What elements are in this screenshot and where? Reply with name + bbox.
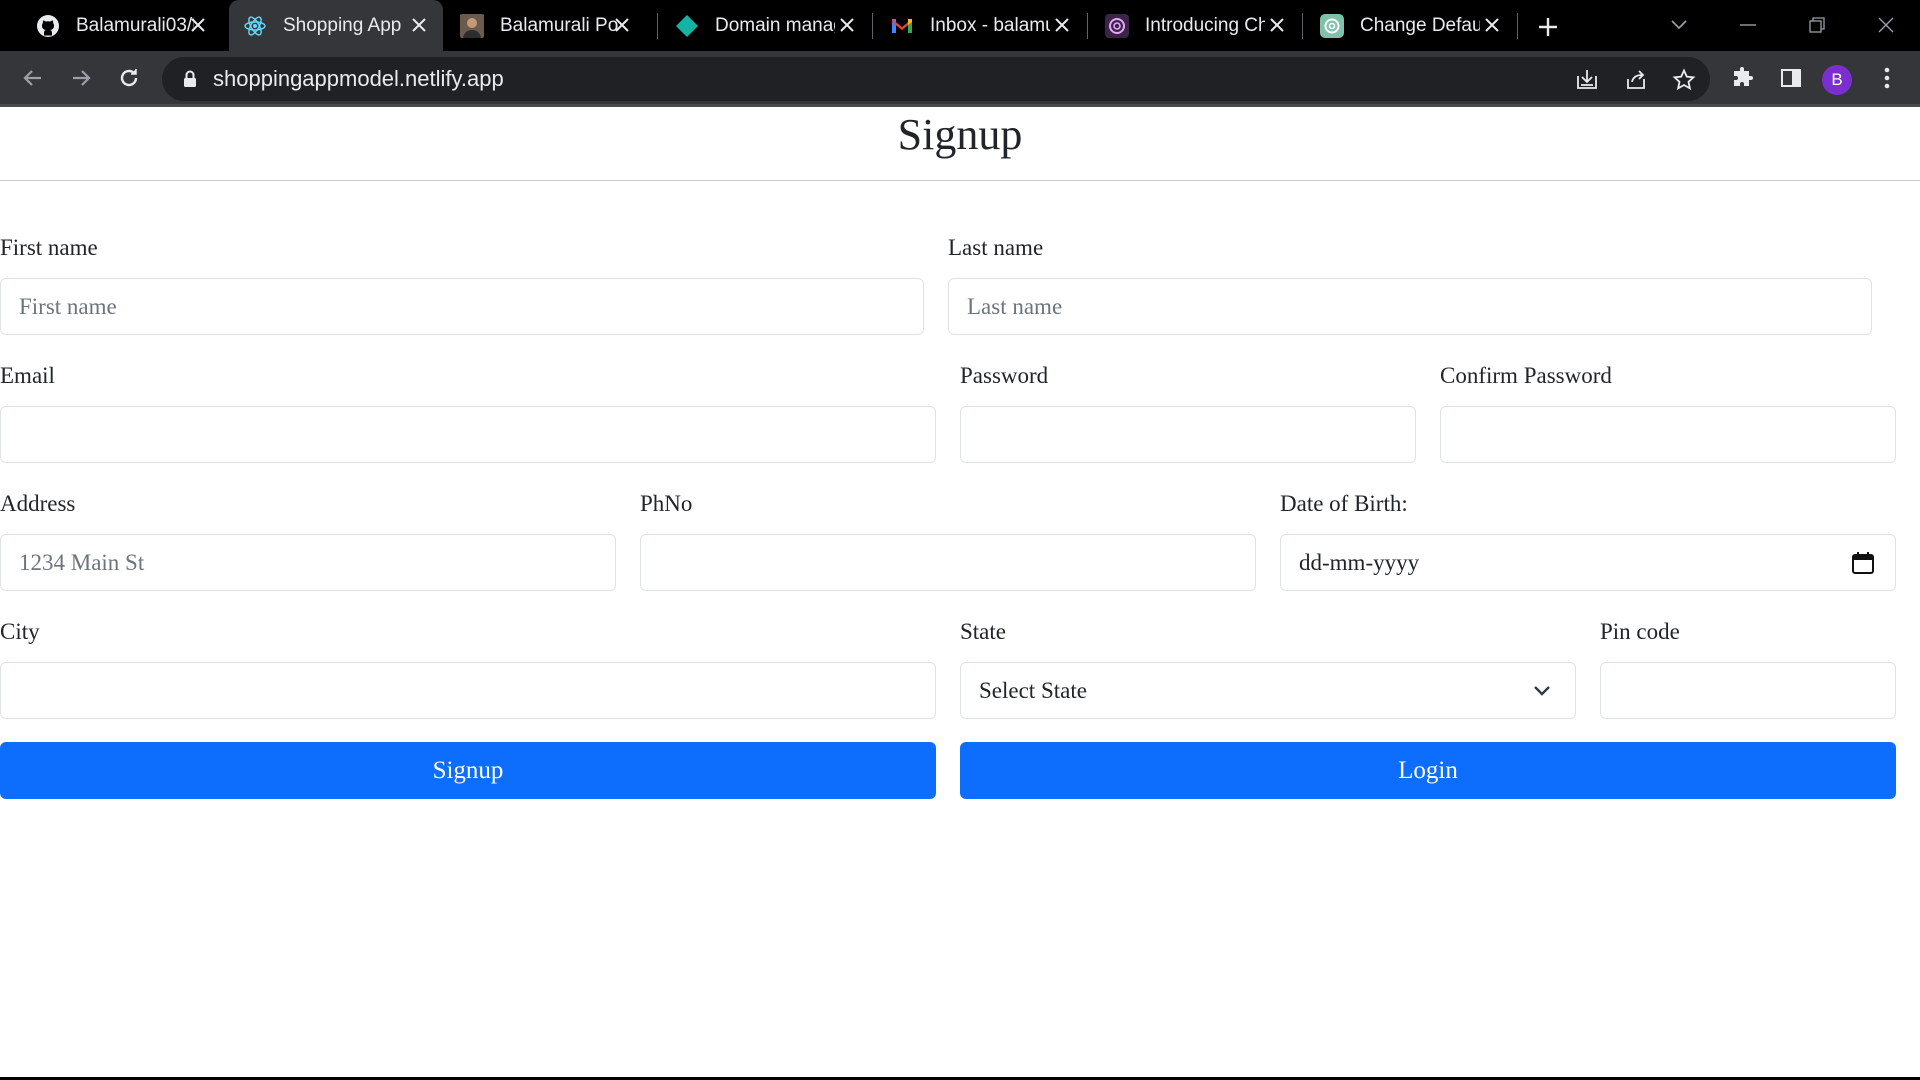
tab-title: Change Defaul	[1360, 15, 1480, 36]
github-icon	[36, 14, 60, 38]
close-icon[interactable]	[837, 15, 857, 35]
state-label: State	[960, 619, 1006, 644]
portrait-icon	[460, 14, 484, 38]
page-title: Signup	[897, 110, 1023, 159]
tab-title: Domain manag	[715, 15, 835, 36]
confirm-password-input[interactable]	[1440, 406, 1896, 463]
url-text[interactable]: shoppingappmodel.netlify.app	[213, 66, 504, 92]
chevron-down-icon	[1531, 680, 1555, 704]
tab-strip: Balamurali03/F Shopping App Balamurali P…	[0, 0, 1920, 51]
restore-icon	[1809, 17, 1825, 33]
tab-separator	[872, 13, 873, 39]
address-label: Address	[0, 491, 76, 516]
close-icon	[1878, 17, 1894, 33]
tab-title: Balamurali Port	[500, 15, 618, 36]
pincode-input[interactable]	[1600, 662, 1896, 719]
tab-separator	[1302, 13, 1303, 39]
password-input[interactable]	[960, 406, 1416, 463]
title-divider	[0, 180, 1920, 181]
password-label: Password	[960, 363, 1049, 388]
puzzle-icon	[1734, 67, 1753, 86]
plus-icon	[1539, 18, 1557, 36]
state-select[interactable]: Select State	[960, 662, 1576, 719]
side-panel-icon	[1781, 69, 1801, 87]
gmail-icon	[890, 14, 914, 38]
minimize-icon	[1740, 24, 1756, 26]
close-icon[interactable]	[1267, 15, 1287, 35]
calendar-icon[interactable]	[1851, 551, 1875, 575]
diamond-icon	[675, 14, 699, 38]
dob-value: dd-mm-yyyy	[1299, 550, 1420, 575]
tab-title: Inbox - balamu	[930, 15, 1050, 36]
bookmark-star-icon[interactable]	[1671, 67, 1697, 93]
tab-domain-management[interactable]: Domain manag	[661, 0, 871, 51]
share-icon[interactable]	[1623, 67, 1649, 93]
tab-separator	[1087, 13, 1088, 39]
browser-toolbar: shoppingappmodel.netlify.app B	[0, 51, 1920, 104]
back-button[interactable]	[17, 62, 49, 94]
tab-separator	[1517, 13, 1518, 39]
tab-title: Shopping App	[283, 15, 402, 36]
chatgpt-icon	[1320, 14, 1344, 38]
arrow-left-icon	[23, 70, 41, 86]
tab-title: Balamurali03/F	[76, 15, 194, 36]
signup-button[interactable]: Signup	[0, 742, 936, 799]
openai-icon	[1105, 14, 1129, 38]
tab-separator	[657, 13, 658, 39]
confirm-password-label: Confirm Password	[1440, 363, 1612, 388]
tab-github[interactable]: Balamurali03/F	[22, 0, 222, 51]
close-icon[interactable]	[409, 15, 429, 35]
extensions-button[interactable]	[1728, 63, 1758, 93]
forward-button[interactable]	[65, 62, 97, 94]
email-input[interactable]	[0, 406, 936, 463]
more-vertical-icon	[1884, 67, 1890, 89]
close-icon[interactable]	[612, 15, 632, 35]
state-selected-value: Select State	[979, 678, 1087, 703]
login-button[interactable]: Login	[960, 742, 1896, 799]
address-input[interactable]	[0, 534, 616, 591]
phone-label: PhNo	[640, 491, 693, 516]
close-icon[interactable]	[1052, 15, 1072, 35]
signup-page: Signup First name Last name Email Passwo…	[0, 107, 1920, 1080]
tab-search-button[interactable]	[1659, 10, 1699, 40]
tab-title: Introducing Ch	[1145, 15, 1265, 36]
first-name-input[interactable]	[0, 278, 924, 335]
address-bar[interactable]: shoppingappmodel.netlify.app	[162, 57, 1710, 101]
new-tab-button[interactable]	[1532, 11, 1564, 43]
reload-button[interactable]	[113, 62, 145, 94]
tab-portfolio[interactable]: Balamurali Port	[446, 0, 646, 51]
pincode-label: Pin code	[1600, 619, 1680, 644]
tab-shopping-app[interactable]: Shopping App	[229, 0, 443, 51]
side-panel-button[interactable]	[1776, 63, 1806, 93]
last-name-label: Last name	[948, 235, 1044, 260]
tab-gmail-inbox[interactable]: Inbox - balamu	[876, 0, 1086, 51]
email-label: Email	[0, 363, 55, 388]
tab-change-default[interactable]: Change Defaul	[1306, 0, 1516, 51]
close-icon[interactable]	[188, 15, 208, 35]
close-window-button[interactable]	[1866, 10, 1906, 40]
lock-icon[interactable]	[180, 69, 200, 89]
install-app-icon[interactable]	[1574, 67, 1600, 93]
browser-menu-button[interactable]	[1872, 63, 1902, 93]
profile-avatar[interactable]: B	[1822, 65, 1852, 95]
city-input[interactable]	[0, 662, 936, 719]
react-icon	[243, 14, 267, 38]
minimize-button[interactable]	[1728, 10, 1768, 40]
restore-button[interactable]	[1797, 10, 1837, 40]
dob-input[interactable]: dd-mm-yyyy	[1280, 534, 1896, 591]
phone-input[interactable]	[640, 534, 1256, 591]
arrow-right-icon	[73, 70, 91, 86]
first-name-label: First name	[0, 235, 98, 260]
reload-icon	[120, 69, 138, 87]
dob-label: Date of Birth:	[1280, 491, 1408, 516]
chevron-down-icon	[1671, 20, 1687, 30]
city-label: City	[0, 619, 40, 644]
close-icon[interactable]	[1482, 15, 1502, 35]
last-name-input[interactable]	[948, 278, 1872, 335]
tab-introducing-chatgpt[interactable]: Introducing Ch	[1091, 0, 1301, 51]
